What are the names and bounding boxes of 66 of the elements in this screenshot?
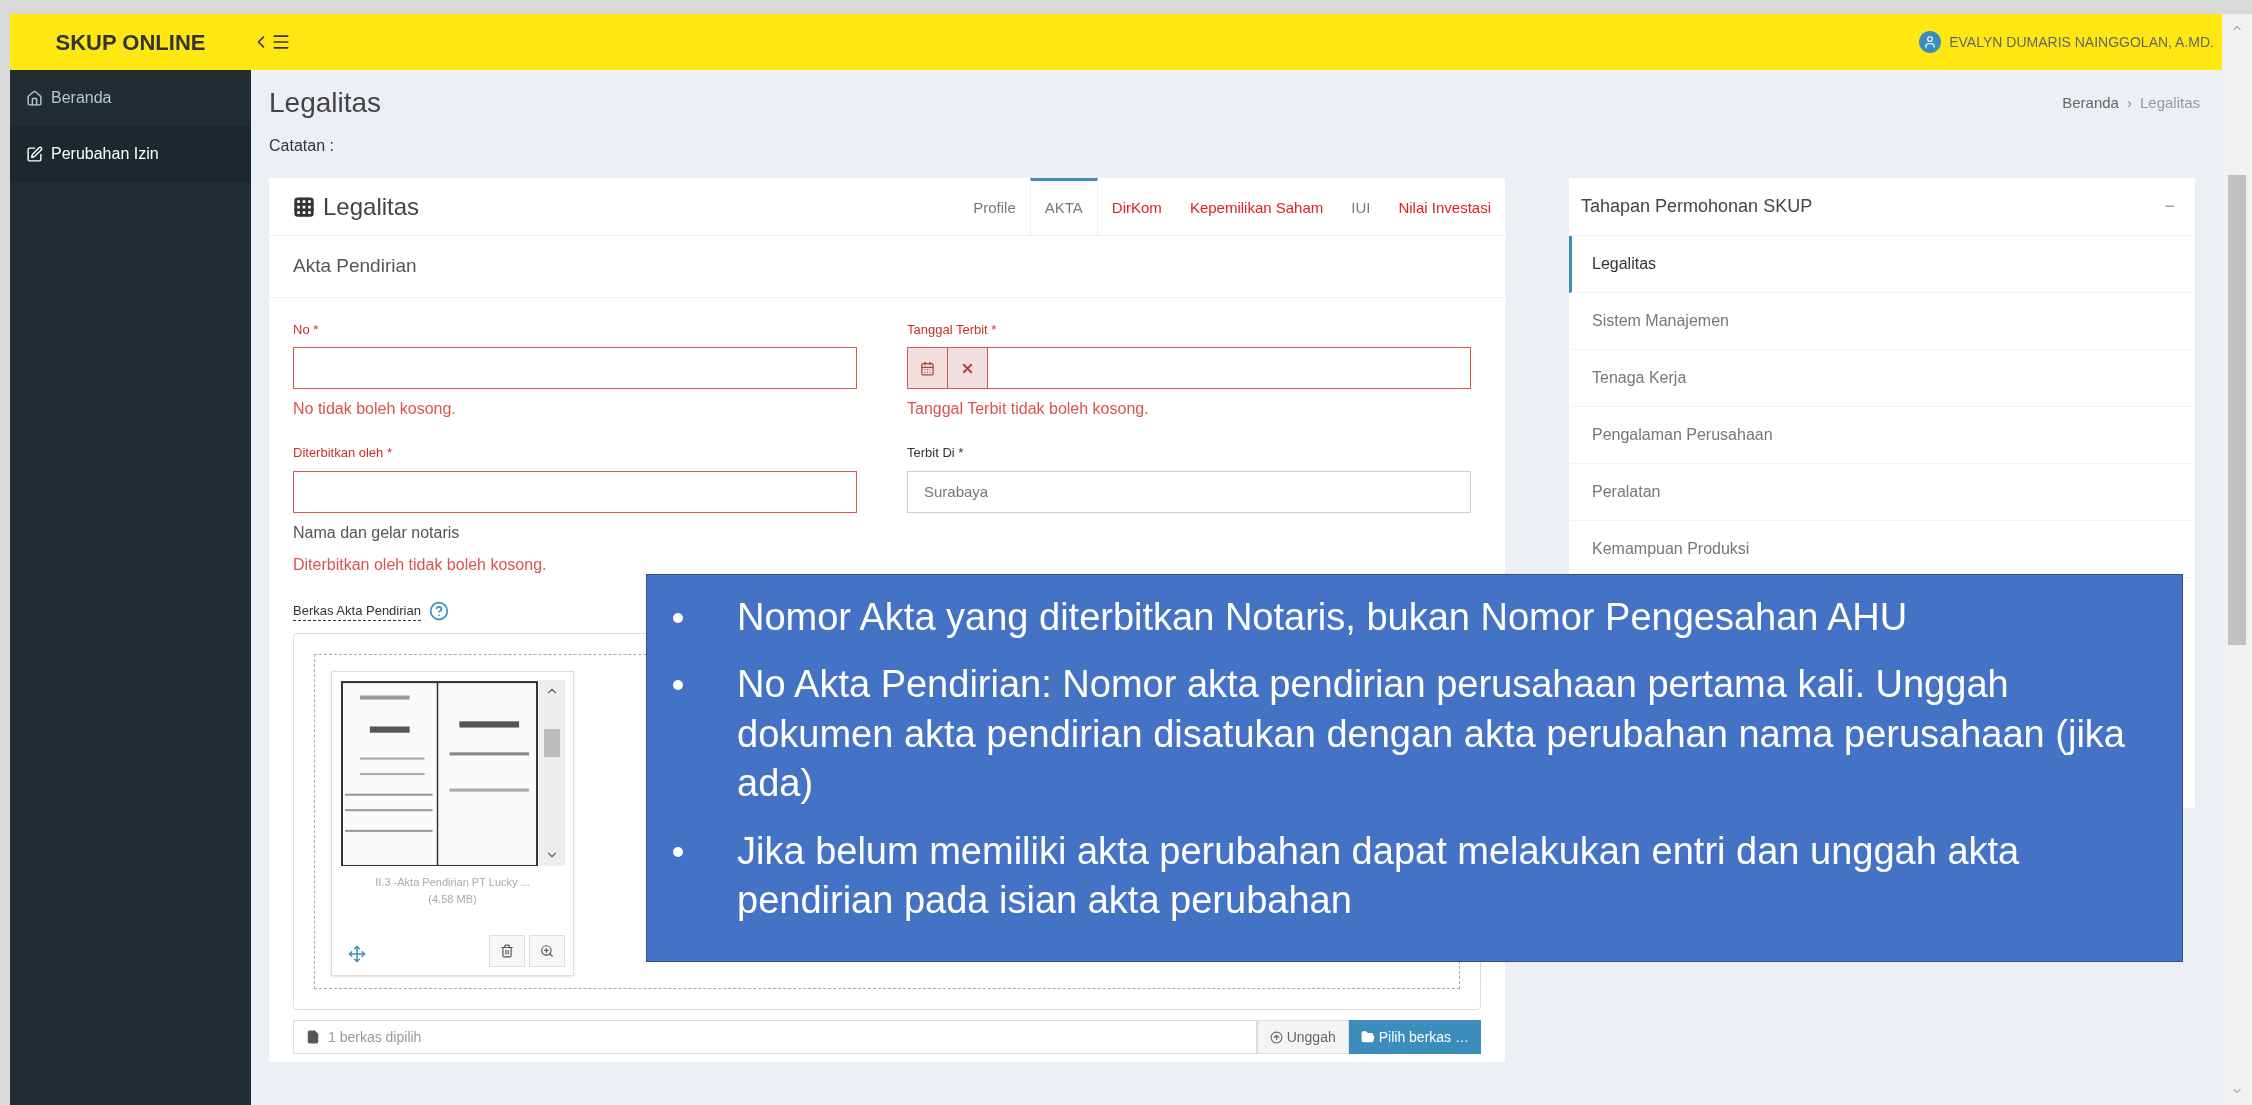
scrollbar-thumb[interactable] xyxy=(544,729,560,757)
breadcrumb-separator: › xyxy=(2126,92,2132,113)
callout-text: Nomor Akta yang diterbitkan Notaris, bukan Nomor Pengesahan AHU xyxy=(737,595,1908,640)
tab[interactable]: DirKom xyxy=(1097,178,1176,235)
step-item[interactable]: Pengalaman Perusahaan xyxy=(1569,407,2195,464)
step-item[interactable]: Legalitas xyxy=(1569,236,2195,293)
bullet-icon xyxy=(673,613,683,623)
card-title: Tahapan Permohonan SKUP xyxy=(1581,195,1813,218)
section-title: Akta Pendirian xyxy=(269,236,1505,298)
scrollbar-thumb[interactable] xyxy=(2228,174,2246,645)
help-icon[interactable] xyxy=(428,600,449,621)
note-label: Catatan : xyxy=(268,136,335,156)
tab[interactable]: Kepemilikan Saham xyxy=(1175,178,1338,235)
clear-icon[interactable] xyxy=(948,348,988,388)
tab[interactable]: IUI xyxy=(1337,178,1385,235)
file-icon xyxy=(306,1030,320,1044)
upload-label: Berkas Akta Pendirian xyxy=(293,600,421,621)
text-field[interactable] xyxy=(293,470,857,513)
sidebar-item[interactable]: Perubahan Izin xyxy=(10,126,251,182)
file-size: (4.58 MB) xyxy=(427,891,478,907)
home-icon xyxy=(26,89,43,107)
scrollbar[interactable] xyxy=(539,680,565,866)
menu-icon xyxy=(271,32,291,52)
step-item[interactable]: Peralatan xyxy=(1569,464,2195,521)
upload-button[interactable]: Unggah xyxy=(1256,1020,1349,1054)
zoom-button[interactable] xyxy=(529,935,565,967)
file-caption: II.3 -Akta Pendirian PT Lucky ... xyxy=(374,875,531,890)
tab[interactable]: Profile xyxy=(959,178,1030,235)
field-label: Diterbitkan oleh * xyxy=(293,444,393,462)
edit-icon xyxy=(26,145,43,163)
date-field[interactable] xyxy=(907,347,1471,389)
breadcrumb-link[interactable]: Beranda xyxy=(2062,91,2119,115)
page-title: Legalitas xyxy=(269,86,382,120)
folder-icon xyxy=(1360,1030,1375,1044)
field-label: Tanggal Terbit * xyxy=(907,320,998,339)
trash-icon xyxy=(500,944,514,958)
user-avatar-icon[interactable] xyxy=(1919,31,1942,53)
step-item[interactable]: Sistem Manajemen xyxy=(1569,293,2195,350)
page-scrollbar[interactable] xyxy=(2222,14,2252,1105)
field-label: Terbit Di * xyxy=(907,444,965,462)
callout-text: No Akta Pendirian: Nomor akta pendirian perusahaan pertama kali. Unggah dokumen akta pendirian disatukan dengan akta perubahan nama perusahaan (jika ada) xyxy=(737,662,2126,807)
text-field[interactable] xyxy=(293,347,857,389)
step-item[interactable]: Tenaga Kerja xyxy=(1569,350,2195,407)
callout-text: Jika belum memiliki akta perubahan dapat melakukan entri dan unggah akta pendirian pada isian akta perubahan xyxy=(737,828,2021,923)
field-label: No * xyxy=(293,320,320,339)
zoom-in-icon xyxy=(540,944,554,958)
grid-icon xyxy=(293,195,315,218)
sidebar-item[interactable]: Beranda xyxy=(10,70,251,126)
calendar-icon[interactable] xyxy=(908,348,948,388)
delete-button[interactable] xyxy=(489,935,525,967)
bullet-icon xyxy=(673,680,683,691)
tab[interactable]: AKTA xyxy=(1029,178,1098,235)
tab[interactable]: Nilai Investasi xyxy=(1384,178,1505,235)
bullet-icon xyxy=(673,846,683,857)
upload-icon xyxy=(1269,1030,1283,1044)
collapse-button[interactable]: − xyxy=(2156,193,2183,220)
error-message: Diterbitkan oleh tidak boleh kosong. xyxy=(293,554,548,575)
choose-file-button[interactable]: Pilih berkas … xyxy=(1348,1020,1481,1054)
user-name[interactable]: EVALYN DUMARIS NAINGGOLAN, A.MD. xyxy=(1949,31,2214,53)
error-message: Tanggal Terbit tidak boleh kosong. xyxy=(907,399,1150,419)
file-status-field[interactable]: 1 berkas dipilih xyxy=(293,1020,1257,1054)
text-field[interactable]: Surabaya xyxy=(907,470,1471,513)
card-title: Legalitas xyxy=(323,191,420,222)
help-text: Nama dan gelar notaris xyxy=(293,522,461,543)
brand-title[interactable]: SKUP ONLINE xyxy=(10,25,251,59)
error-message: No tidak boleh kosong. xyxy=(293,399,457,419)
